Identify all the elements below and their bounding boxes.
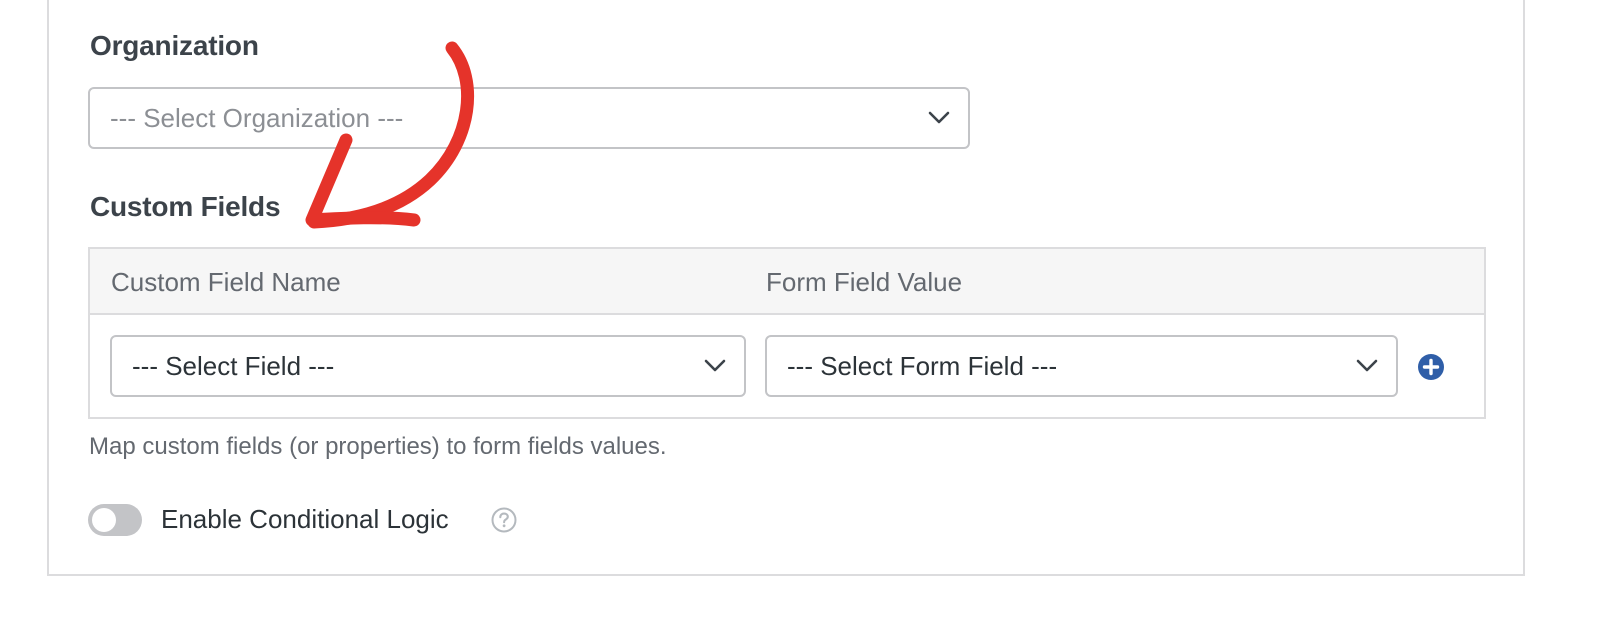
custom-field-select[interactable]: --- Select Field --- [110,335,746,397]
red-arrow-annotation [305,41,475,229]
plus-circle-icon[interactable] [1417,353,1445,381]
organization-heading: Organization [90,30,259,61]
custom-field-select-value: --- Select Field --- [132,350,335,381]
column-header-custom-field-name: Custom Field Name [111,267,341,297]
toggle-knob [92,508,116,532]
organization-select[interactable]: --- Select Organization --- [88,87,970,149]
column-header-form-field-value: Form Field Value [766,267,963,297]
form-field-select[interactable]: --- Select Form Field --- [765,335,1398,397]
custom-fields-heading: Custom Fields [90,191,281,222]
chevron-down-icon [928,111,950,124]
conditional-logic-label: Enable Conditional Logic [161,504,449,534]
form-field-select-value: --- Select Form Field --- [787,350,1058,381]
custom-fields-help-text: Map custom fields (or properties) to for… [89,433,667,460]
question-circle-icon[interactable] [491,507,517,533]
chevron-down-icon [704,359,726,372]
conditional-logic-toggle[interactable] [88,504,142,536]
chevron-down-icon [1356,359,1378,372]
table-header: Custom Field Name Form Field Value [90,249,1484,315]
